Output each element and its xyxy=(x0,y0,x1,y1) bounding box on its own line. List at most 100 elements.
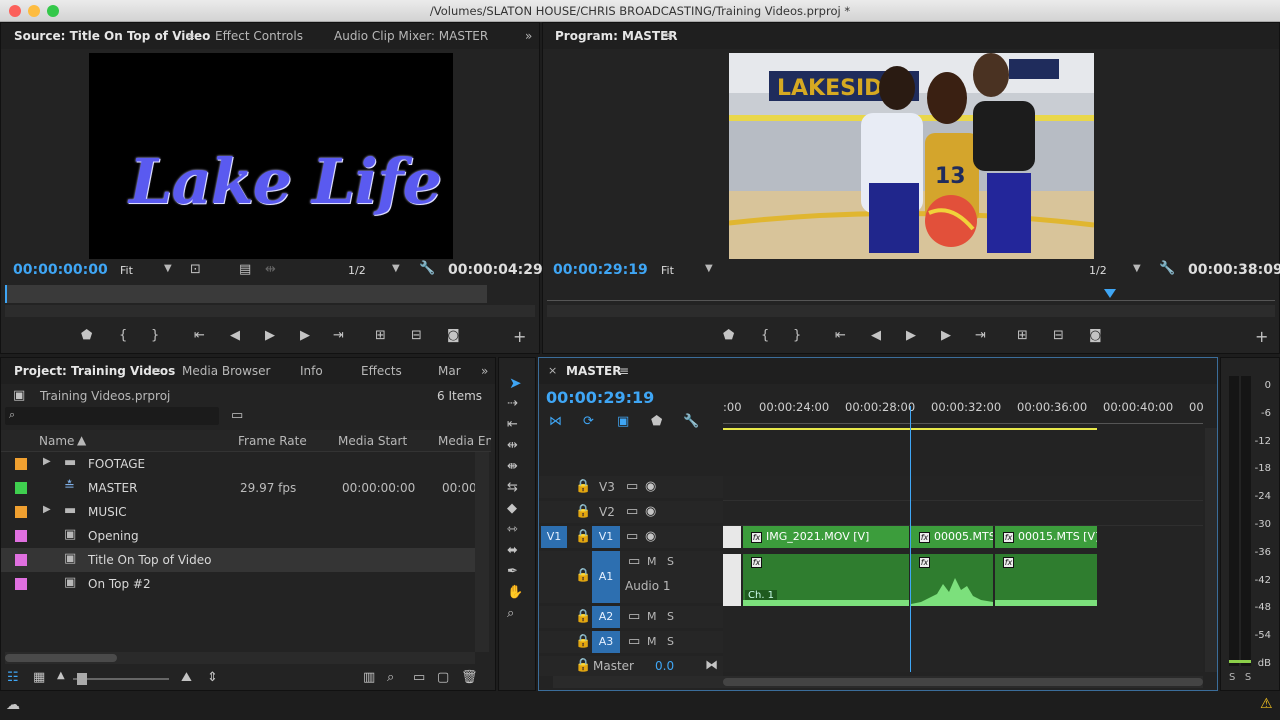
column-media-end[interactable]: Media End xyxy=(438,434,491,448)
insert-icon[interactable]: ⊞ xyxy=(375,328,386,343)
new-search-bin-icon[interactable]: ▭ xyxy=(231,408,243,423)
list-item[interactable]: ▶ ▬ MUSIC xyxy=(1,500,475,524)
eye-icon[interactable]: ◉ xyxy=(645,479,656,494)
audio-clip[interactable]: fx xyxy=(911,554,993,606)
mark-in-icon[interactable]: { xyxy=(761,328,769,343)
label-color-swatch[interactable] xyxy=(15,578,27,590)
sync-lock-icon[interactable]: ▭ xyxy=(626,529,638,544)
list-item[interactable]: ▣ Opening xyxy=(1,524,475,548)
track-target-a3[interactable]: A3 xyxy=(592,631,620,653)
sync-lock-icon[interactable]: ▭ xyxy=(626,504,638,519)
safe-margins-icon[interactable]: ⊡ xyxy=(190,262,201,277)
slip-tool-icon[interactable]: ⇿ xyxy=(507,522,518,537)
trash-icon[interactable]: 🗑 xyxy=(461,670,478,685)
rolling-edit-tool-icon[interactable]: ⇹ xyxy=(507,438,518,453)
go-to-out-icon[interactable]: ⇥ xyxy=(333,328,344,343)
column-media-start[interactable]: Media Start xyxy=(338,434,407,448)
disclosure-triangle-icon[interactable]: ▶ xyxy=(43,456,51,467)
video-clip[interactable]: fx 00015.MTS [V] xyxy=(995,526,1097,548)
meter-solo-buttons[interactable]: S S xyxy=(1229,672,1251,683)
source-patch-v1[interactable]: V1 xyxy=(541,526,567,548)
solo-button[interactable]: S xyxy=(667,555,674,568)
close-tab-icon[interactable]: × xyxy=(548,364,557,377)
step-forward-icon[interactable]: ▶ xyxy=(300,328,310,343)
sync-lock-icon[interactable]: ▭ xyxy=(626,479,638,494)
timeline-ruler[interactable]: :00 00:00:24:00 00:00:28:00 00:00:32:00 … xyxy=(723,400,1204,430)
zoom-out-icon[interactable]: ▲ xyxy=(57,670,65,681)
source-scrubber[interactable] xyxy=(5,285,487,303)
mute-button[interactable]: M xyxy=(647,635,657,648)
timeline-vertical-scrollbar[interactable] xyxy=(1205,428,1217,672)
add-marker-track-icon[interactable]: ▣ xyxy=(617,414,629,429)
step-back-icon[interactable]: ◀ xyxy=(871,328,881,343)
mark-out-icon[interactable]: } xyxy=(793,328,801,343)
tab-effect-controls[interactable]: Effect Controls xyxy=(215,29,303,43)
sort-asc-icon[interactable]: ▲ xyxy=(77,433,86,447)
solo-button[interactable]: S xyxy=(667,635,674,648)
timeline-track-area[interactable]: fx IMG_2021.MOV [V] fx 00005.MTS fx 00015.M… xyxy=(723,406,1203,672)
linked-selection-icon[interactable]: ⟳ xyxy=(583,414,594,429)
play-icon[interactable]: ▶ xyxy=(906,328,916,343)
wrench-icon[interactable]: 🔧 xyxy=(419,261,435,276)
tab-program[interactable]: Program: MASTER xyxy=(555,29,678,43)
scroll-thumb[interactable] xyxy=(5,654,117,662)
icon-view-icon[interactable]: ▦ xyxy=(33,670,45,685)
selection-tool-icon[interactable]: ➤ xyxy=(509,374,522,392)
wrench-icon[interactable]: 🔧 xyxy=(683,414,699,429)
rate-stretch-tool-icon[interactable]: ⇼ xyxy=(507,459,518,474)
list-view-icon[interactable]: ☷ xyxy=(7,670,19,685)
snap-icon[interactable]: ⋈ xyxy=(549,414,562,429)
program-playhead-timecode[interactable]: 00:00:29:19 xyxy=(553,262,648,278)
marker-icon[interactable]: ⬟ xyxy=(651,414,662,429)
add-button-icon[interactable]: + xyxy=(1255,327,1268,346)
lock-icon[interactable]: 🔒 xyxy=(575,504,591,519)
lock-icon[interactable]: 🔒 xyxy=(575,568,591,583)
step-forward-icon[interactable]: ▶ xyxy=(941,328,951,343)
tab-info[interactable]: Info xyxy=(300,364,323,378)
track-select-tool-icon[interactable]: ⇢ xyxy=(507,396,518,411)
lock-icon[interactable]: 🔒 xyxy=(575,658,591,673)
add-button-icon[interactable]: + xyxy=(513,327,526,346)
tab-markers[interactable]: Mar xyxy=(438,364,461,378)
wrench-icon[interactable]: 🔧 xyxy=(1159,261,1175,276)
lock-icon[interactable]: 🔒 xyxy=(575,609,591,624)
camera-icon[interactable]: ◙ xyxy=(447,328,460,343)
go-to-in-icon[interactable]: ⇤ xyxy=(835,328,846,343)
label-color-swatch[interactable] xyxy=(15,458,27,470)
go-to-end-icon[interactable]: ⧓ xyxy=(705,658,718,673)
lift-icon[interactable]: ⊞ xyxy=(1017,328,1028,343)
column-name[interactable]: Name xyxy=(39,434,74,448)
tab-effects[interactable]: Effects xyxy=(361,364,402,378)
tab-source[interactable]: Source: Title On Top of Video xyxy=(14,29,210,43)
tab-audio-clip-mixer[interactable]: Audio Clip Mixer: MASTER xyxy=(334,29,488,43)
hand-tool-icon[interactable]: ✋ xyxy=(507,585,523,600)
drag-icon[interactable]: ⇹ xyxy=(265,262,276,277)
panel-menu-icon[interactable]: ≡ xyxy=(151,364,161,378)
track-target-a2[interactable]: A2 xyxy=(592,606,620,628)
program-zoom-select[interactable]: Fit xyxy=(661,264,674,277)
lock-icon[interactable]: 🔒 xyxy=(575,634,591,649)
creative-cloud-icon[interactable]: ☁ xyxy=(6,697,20,713)
chevron-down-icon[interactable]: ▼ xyxy=(164,263,172,274)
source-zoom-select[interactable]: Fit xyxy=(120,264,133,277)
overwrite-icon[interactable]: ⊟ xyxy=(411,328,422,343)
extract-icon[interactable]: ⊟ xyxy=(1053,328,1064,343)
track-target-v1[interactable]: V1 xyxy=(592,526,620,548)
video-clip[interactable]: fx IMG_2021.MOV [V] xyxy=(743,526,909,548)
lock-icon[interactable]: 🔒 xyxy=(575,479,591,494)
audio-clip[interactable]: fx Ch. 1 xyxy=(743,554,909,606)
timeline-horizontal-scrollbar[interactable] xyxy=(553,676,1203,688)
title-clip-v1[interactable] xyxy=(723,526,741,548)
source-playhead-timecode[interactable]: 00:00:00:00 xyxy=(13,262,108,278)
camera-icon[interactable]: ◙ xyxy=(1089,328,1102,343)
program-zoom-scrollbar[interactable] xyxy=(547,305,1275,317)
source-resolution-select[interactable]: 1/2 xyxy=(348,264,366,277)
zoom-in-icon[interactable]: ⛰ xyxy=(181,670,192,685)
pen-tool-icon[interactable]: ✒ xyxy=(507,564,518,579)
disclosure-triangle-icon[interactable]: ▶ xyxy=(43,504,51,515)
go-to-in-icon[interactable]: ⇤ xyxy=(194,328,205,343)
marker-icon[interactable]: ⬟ xyxy=(723,328,734,343)
sort-icons-icon[interactable]: ⇕ xyxy=(207,670,218,685)
master-volume-value[interactable]: 0.0 xyxy=(655,659,674,673)
list-item[interactable]: ≛ MASTER 29.97 fps 00:00:00:00 00:00 xyxy=(1,476,475,500)
